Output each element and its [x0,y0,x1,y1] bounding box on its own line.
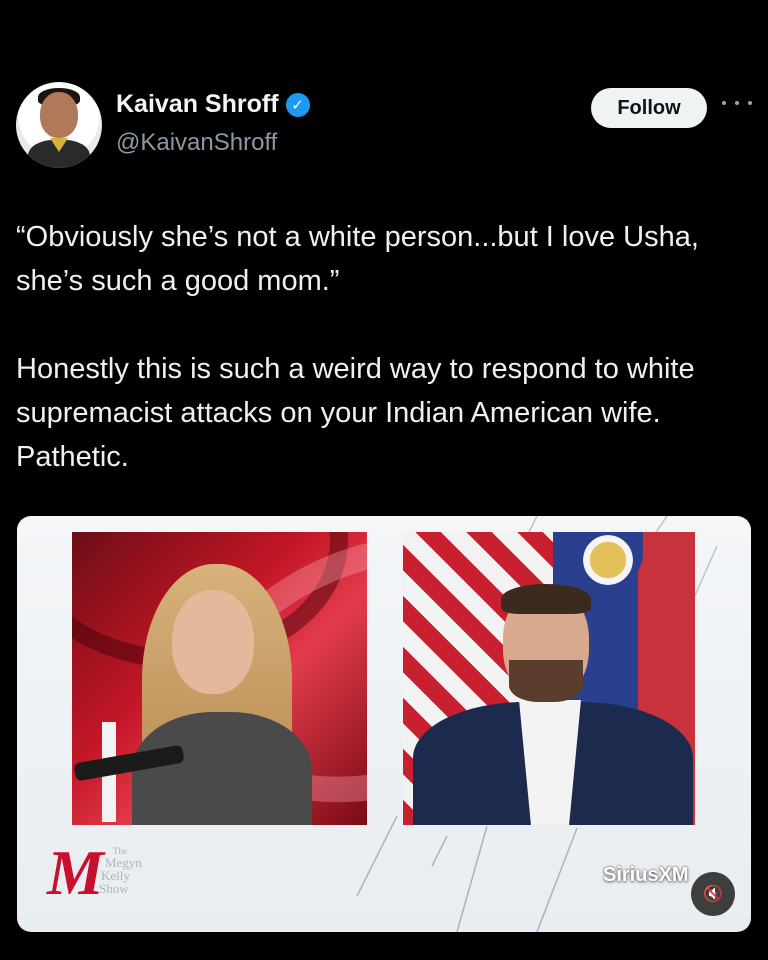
more-dot [748,101,752,105]
show-logo-text: The Megyn Kelly Show [99,846,142,895]
author-handle[interactable]: @KaivanShroff [116,129,277,157]
follow-button[interactable]: Follow [591,88,707,128]
more-options-icon[interactable] [722,94,752,112]
tweet-text: “Obviously she’s not a white person...bu… [16,215,756,479]
host-body [132,712,312,825]
guest-video-panel [403,532,695,825]
author-name[interactable]: Kaivan Shroff [116,90,279,119]
logo-line: Show [99,881,129,896]
more-dot [722,101,726,105]
tweet-paragraph-quote: “Obviously she’s not a white person...bu… [16,221,699,297]
author-name-row: Kaivan Shroff ✓ [116,90,310,119]
author-avatar[interactable] [16,82,102,168]
verified-badge-icon: ✓ [285,92,310,117]
avatar-face [40,92,78,138]
speaker-muted-icon[interactable]: 🔇 [691,872,735,916]
siriusxm-watermark: SiriusXM [603,864,689,886]
host-face [172,590,254,694]
guest-hair [501,584,591,614]
host-video-panel [72,532,367,825]
show-logo: M The Megyn Kelly Show [47,838,197,908]
more-dot [735,101,739,105]
show-logo-mark: M [47,837,104,908]
tweet-paragraph-comment: Honestly this is such a weird way to res… [16,353,695,473]
guest-beard [509,660,583,702]
tweet-header: Kaivan Shroff ✓ @KaivanShroff Follow [16,82,756,172]
tweet-video[interactable]: M The Megyn Kelly Show SiriusXM 🔇 [17,516,751,932]
